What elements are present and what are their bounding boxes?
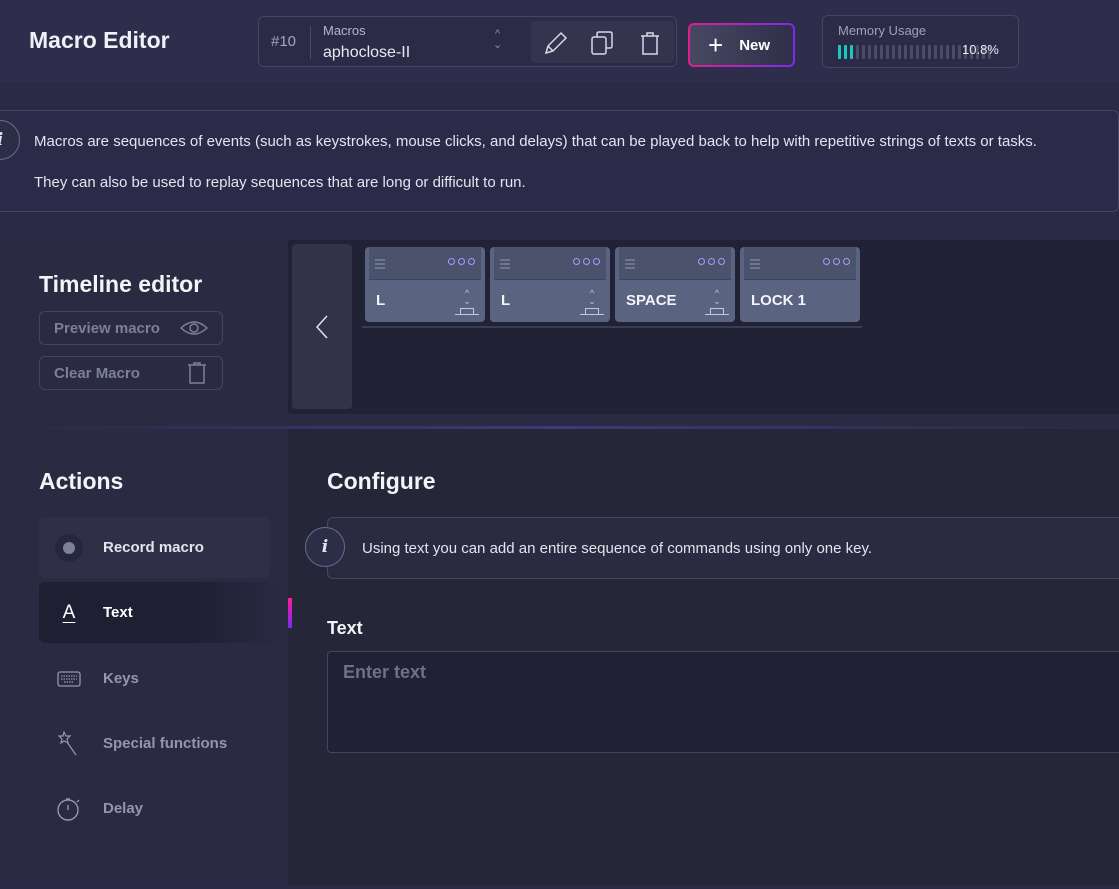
actions-title: Actions bbox=[39, 468, 124, 494]
key-press-toggle-icon[interactable]: ^ ⌄ bbox=[705, 289, 729, 315]
memory-bar-segment bbox=[892, 45, 895, 59]
timeline-title: Timeline editor bbox=[39, 271, 203, 297]
drag-handle-icon[interactable] bbox=[500, 259, 510, 271]
magic-wand-icon bbox=[55, 730, 83, 757]
memory-bar-segment bbox=[946, 45, 949, 59]
memory-bar-segment bbox=[922, 45, 925, 59]
memory-bar-segment bbox=[838, 45, 841, 59]
timeline-item[interactable]: L ^ ⌄ bbox=[490, 247, 610, 322]
action-text[interactable]: A Text bbox=[39, 582, 288, 643]
macro-actions bbox=[531, 21, 674, 63]
more-options-icon[interactable] bbox=[448, 258, 475, 265]
action-record-macro[interactable]: Record macro bbox=[39, 517, 270, 578]
memory-bar-segment bbox=[844, 45, 847, 59]
text-icon: A bbox=[62, 601, 76, 623]
memory-bar-segment bbox=[874, 45, 877, 59]
page-title: Macro Editor bbox=[29, 27, 170, 53]
timeline-item[interactable]: LOCK 1 bbox=[740, 247, 860, 322]
timeline-item-key: LOCK 1 bbox=[751, 292, 807, 309]
plus-icon: + bbox=[708, 30, 724, 60]
info-icon: i bbox=[305, 527, 345, 567]
clear-macro-button[interactable]: Clear Macro bbox=[39, 356, 223, 390]
stopwatch-icon bbox=[55, 796, 83, 822]
action-label: Record macro bbox=[103, 539, 204, 556]
memory-bar-segment bbox=[916, 45, 919, 59]
memory-bar-segment bbox=[898, 45, 901, 59]
active-indicator bbox=[288, 598, 292, 628]
macro-selector[interactable]: #10 Macros aphoclose-II ^ ⌄ bbox=[258, 16, 677, 67]
action-label: Special functions bbox=[103, 735, 228, 752]
memory-usage: Memory Usage 10.8% bbox=[822, 15, 1019, 68]
macro-name: aphoclose-II bbox=[323, 44, 411, 61]
timeline-section: Timeline editor Preview macro Clear Macr… bbox=[0, 240, 1119, 426]
timeline-item-key: L bbox=[501, 292, 511, 309]
eye-icon bbox=[180, 321, 208, 335]
chevron-left-icon bbox=[315, 314, 328, 339]
more-options-icon[interactable] bbox=[698, 258, 725, 265]
configure-info: Using text you can add an entire sequenc… bbox=[327, 517, 1119, 579]
clear-label: Clear Macro bbox=[54, 364, 140, 382]
memory-bar-segment bbox=[934, 45, 937, 59]
timeline-item[interactable]: SPACE ^ ⌄ bbox=[615, 247, 735, 322]
more-options-icon[interactable] bbox=[823, 258, 850, 265]
keyboard-icon bbox=[55, 670, 83, 688]
action-keys[interactable]: Keys bbox=[39, 648, 270, 709]
configure-info-text: Using text you can add an entire sequenc… bbox=[362, 540, 873, 557]
memory-bar-segment bbox=[910, 45, 913, 59]
info-banner: Macros are sequences of events (such as … bbox=[0, 110, 1119, 212]
memory-value: 10.8% bbox=[962, 42, 999, 57]
memory-bar-segment bbox=[952, 45, 955, 59]
memory-label: Memory Usage bbox=[838, 23, 927, 38]
memory-bar-segment bbox=[862, 45, 865, 59]
new-label: New bbox=[739, 36, 771, 54]
action-label: Keys bbox=[103, 670, 139, 687]
memory-bar-segment bbox=[880, 45, 883, 59]
trash-icon[interactable] bbox=[635, 29, 665, 57]
memory-bar-segment bbox=[868, 45, 871, 59]
more-options-icon[interactable] bbox=[573, 258, 600, 265]
key-press-toggle-icon[interactable]: ^ ⌄ bbox=[580, 289, 604, 315]
configure-title: Configure bbox=[327, 468, 436, 494]
action-label: Delay bbox=[103, 800, 144, 817]
timeline-line bbox=[362, 326, 862, 328]
drag-handle-icon[interactable] bbox=[625, 259, 635, 271]
pencil-edit-icon[interactable] bbox=[540, 29, 570, 57]
macro-number: #10 bbox=[271, 33, 297, 50]
memory-bar-segment bbox=[886, 45, 889, 59]
chevron-up-down-icon[interactable]: ^ ⌄ bbox=[493, 29, 502, 51]
divider bbox=[310, 26, 311, 59]
memory-bar-segment bbox=[928, 45, 931, 59]
action-label: Text bbox=[103, 604, 133, 621]
memory-bar-segment bbox=[856, 45, 859, 59]
scroll-left-button[interactable] bbox=[292, 244, 352, 409]
record-icon bbox=[55, 533, 83, 562]
drag-handle-icon[interactable] bbox=[375, 259, 385, 271]
preview-macro-button[interactable]: Preview macro bbox=[39, 311, 223, 345]
preview-label: Preview macro bbox=[54, 319, 160, 337]
banner-line-2: They can also be used to replay sequence… bbox=[34, 174, 526, 191]
text-input[interactable] bbox=[327, 651, 1119, 753]
memory-bar-segment bbox=[850, 45, 853, 59]
action-special-functions[interactable]: Special functions bbox=[39, 713, 270, 774]
text-field-label: Text bbox=[327, 618, 363, 638]
banner-line-1: Macros are sequences of events (such as … bbox=[34, 133, 1037, 150]
timeline-item[interactable]: L ^ ⌄ bbox=[365, 247, 485, 322]
memory-bar-segment bbox=[904, 45, 907, 59]
drag-handle-icon[interactable] bbox=[750, 259, 760, 271]
trash-icon bbox=[188, 362, 206, 384]
memory-bar-segment bbox=[940, 45, 943, 59]
action-delay[interactable]: Delay bbox=[39, 778, 270, 839]
key-press-toggle-icon[interactable]: ^ ⌄ bbox=[455, 289, 479, 315]
macro-label: Macros bbox=[323, 23, 366, 38]
new-macro-button[interactable]: + New bbox=[688, 23, 795, 67]
duplicate-icon[interactable] bbox=[587, 29, 617, 57]
timeline-item-key: SPACE bbox=[626, 292, 677, 309]
memory-bar-segment bbox=[958, 45, 961, 59]
timeline-item-key: L bbox=[376, 292, 386, 309]
